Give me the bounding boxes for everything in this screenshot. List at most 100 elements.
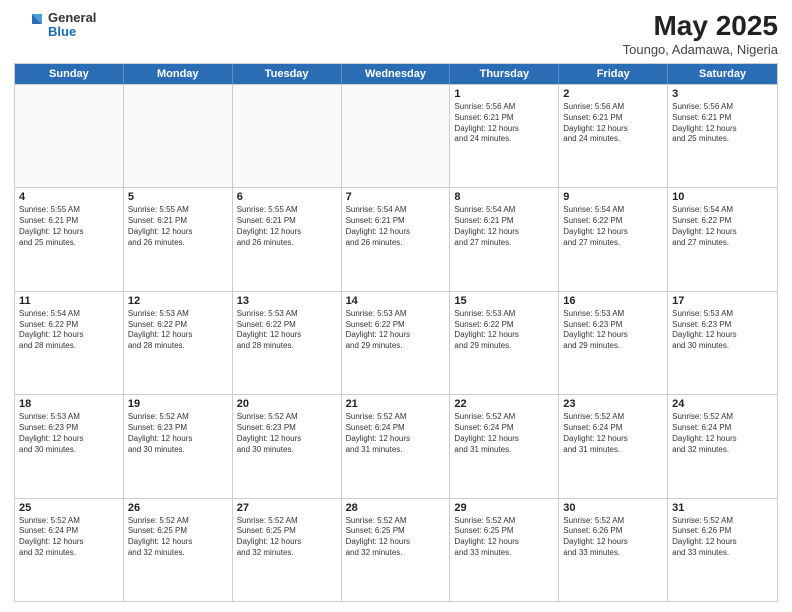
day-cell-10: 10 Sunrise: 5:54 AM Sunset: 6:22 PM Dayli… <box>668 188 777 290</box>
day-number: 19 <box>128 398 228 410</box>
empty-cell-0-3 <box>342 85 451 187</box>
day-number: 29 <box>454 502 554 514</box>
empty-cell-0-2 <box>233 85 342 187</box>
day-number: 15 <box>454 295 554 307</box>
day-cell-31: 31 Sunrise: 5:52 AM Sunset: 6:26 PM Dayli… <box>668 499 777 601</box>
day-info: Sunrise: 5:53 AM Sunset: 6:23 PM Dayligh… <box>563 309 663 352</box>
day-info: Sunrise: 5:56 AM Sunset: 6:21 PM Dayligh… <box>454 102 554 145</box>
day-info: Sunrise: 5:52 AM Sunset: 6:24 PM Dayligh… <box>454 412 554 455</box>
day-cell-25: 25 Sunrise: 5:52 AM Sunset: 6:24 PM Dayli… <box>15 499 124 601</box>
day-number: 28 <box>346 502 446 514</box>
title-block: May 2025 Toungo, Adamawa, Nigeria <box>623 10 778 57</box>
day-cell-22: 22 Sunrise: 5:52 AM Sunset: 6:24 PM Dayli… <box>450 395 559 497</box>
day-number: 6 <box>237 191 337 203</box>
day-number: 13 <box>237 295 337 307</box>
day-info: Sunrise: 5:54 AM Sunset: 6:21 PM Dayligh… <box>346 205 446 248</box>
day-info: Sunrise: 5:53 AM Sunset: 6:22 PM Dayligh… <box>128 309 228 352</box>
header: General Blue May 2025 Toungo, Adamawa, N… <box>14 10 778 57</box>
day-cell-4: 4 Sunrise: 5:55 AM Sunset: 6:21 PM Daylig… <box>15 188 124 290</box>
day-number: 12 <box>128 295 228 307</box>
day-cell-6: 6Sunrise: 5:55 AM Sunset: 6:21 PM Daylig… <box>233 188 342 290</box>
day-info: Sunrise: 5:55 AM Sunset: 6:21 PM Dayligh… <box>128 205 228 248</box>
logo: General Blue <box>14 10 96 40</box>
day-number: 1 <box>454 88 554 100</box>
day-info: Sunrise: 5:52 AM Sunset: 6:24 PM Dayligh… <box>672 412 773 455</box>
calendar-row-0: 1 Sunrise: 5:56 AM Sunset: 6:21 PM Daylig… <box>15 84 777 187</box>
day-info: Sunrise: 5:52 AM Sunset: 6:24 PM Dayligh… <box>346 412 446 455</box>
day-number: 16 <box>563 295 663 307</box>
day-number: 4 <box>19 191 119 203</box>
weekday-header-sunday: Sunday <box>15 64 124 84</box>
day-info: Sunrise: 5:53 AM Sunset: 6:23 PM Dayligh… <box>19 412 119 455</box>
day-cell-2: 2 Sunrise: 5:56 AM Sunset: 6:21 PM Daylig… <box>559 85 668 187</box>
weekday-header-thursday: Thursday <box>450 64 559 84</box>
day-number: 7 <box>346 191 446 203</box>
day-info: Sunrise: 5:55 AM Sunset: 6:21 PM Dayligh… <box>19 205 119 248</box>
day-info: Sunrise: 5:54 AM Sunset: 6:22 PM Dayligh… <box>672 205 773 248</box>
day-info: Sunrise: 5:52 AM Sunset: 6:26 PM Dayligh… <box>672 516 773 559</box>
weekday-header-tuesday: Tuesday <box>233 64 342 84</box>
day-cell-16: 16 Sunrise: 5:53 AM Sunset: 6:23 PM Dayli… <box>559 292 668 394</box>
day-cell-24: 24 Sunrise: 5:52 AM Sunset: 6:24 PM Dayli… <box>668 395 777 497</box>
page: General Blue May 2025 Toungo, Adamawa, N… <box>0 0 792 612</box>
day-cell-12: 12 Sunrise: 5:53 AM Sunset: 6:22 PM Dayli… <box>124 292 233 394</box>
day-info: Sunrise: 5:56 AM Sunset: 6:21 PM Dayligh… <box>563 102 663 145</box>
weekday-header-wednesday: Wednesday <box>342 64 451 84</box>
day-info: Sunrise: 5:52 AM Sunset: 6:24 PM Dayligh… <box>19 516 119 559</box>
day-number: 20 <box>237 398 337 410</box>
day-info: Sunrise: 5:54 AM Sunset: 6:21 PM Dayligh… <box>454 205 554 248</box>
calendar: SundayMondayTuesdayWednesdayThursdayFrid… <box>14 63 778 602</box>
day-cell-19: 19 Sunrise: 5:52 AM Sunset: 6:23 PM Dayli… <box>124 395 233 497</box>
day-number: 24 <box>672 398 773 410</box>
logo-general: General <box>48 11 96 25</box>
day-cell-14: 14 Sunrise: 5:53 AM Sunset: 6:22 PM Dayli… <box>342 292 451 394</box>
day-cell-28: 28 Sunrise: 5:52 AM Sunset: 6:25 PM Dayli… <box>342 499 451 601</box>
calendar-row-1: 4 Sunrise: 5:55 AM Sunset: 6:21 PM Daylig… <box>15 187 777 290</box>
day-number: 10 <box>672 191 773 203</box>
day-cell-11: 11Sunrise: 5:54 AM Sunset: 6:22 PM Dayli… <box>15 292 124 394</box>
day-number: 31 <box>672 502 773 514</box>
day-info: Sunrise: 5:52 AM Sunset: 6:25 PM Dayligh… <box>237 516 337 559</box>
day-cell-13: 13 Sunrise: 5:53 AM Sunset: 6:22 PM Dayli… <box>233 292 342 394</box>
day-info: Sunrise: 5:53 AM Sunset: 6:22 PM Dayligh… <box>454 309 554 352</box>
day-cell-3: 3Sunrise: 5:56 AM Sunset: 6:21 PM Daylig… <box>668 85 777 187</box>
logo-text: General Blue <box>48 11 96 40</box>
day-info: Sunrise: 5:52 AM Sunset: 6:23 PM Dayligh… <box>237 412 337 455</box>
day-cell-17: 17 Sunrise: 5:53 AM Sunset: 6:23 PM Dayli… <box>668 292 777 394</box>
day-number: 8 <box>454 191 554 203</box>
day-number: 25 <box>19 502 119 514</box>
day-info: Sunrise: 5:52 AM Sunset: 6:23 PM Dayligh… <box>128 412 228 455</box>
day-number: 14 <box>346 295 446 307</box>
day-info: Sunrise: 5:52 AM Sunset: 6:25 PM Dayligh… <box>346 516 446 559</box>
month-year: May 2025 <box>623 10 778 42</box>
day-number: 30 <box>563 502 663 514</box>
day-cell-1: 1 Sunrise: 5:56 AM Sunset: 6:21 PM Daylig… <box>450 85 559 187</box>
day-cell-26: 26Sunrise: 5:52 AM Sunset: 6:25 PM Dayli… <box>124 499 233 601</box>
day-number: 2 <box>563 88 663 100</box>
day-number: 23 <box>563 398 663 410</box>
day-info: Sunrise: 5:56 AM Sunset: 6:21 PM Dayligh… <box>672 102 773 145</box>
day-cell-5: 5Sunrise: 5:55 AM Sunset: 6:21 PM Daylig… <box>124 188 233 290</box>
day-cell-27: 27Sunrise: 5:52 AM Sunset: 6:25 PM Dayli… <box>233 499 342 601</box>
empty-cell-0-1 <box>124 85 233 187</box>
day-info: Sunrise: 5:53 AM Sunset: 6:23 PM Dayligh… <box>672 309 773 352</box>
day-number: 17 <box>672 295 773 307</box>
day-number: 22 <box>454 398 554 410</box>
day-info: Sunrise: 5:53 AM Sunset: 6:22 PM Dayligh… <box>237 309 337 352</box>
day-cell-8: 8 Sunrise: 5:54 AM Sunset: 6:21 PM Daylig… <box>450 188 559 290</box>
day-cell-18: 18Sunrise: 5:53 AM Sunset: 6:23 PM Dayli… <box>15 395 124 497</box>
logo-icon <box>14 10 44 40</box>
day-cell-29: 29 Sunrise: 5:52 AM Sunset: 6:25 PM Dayli… <box>450 499 559 601</box>
weekday-header-friday: Friday <box>559 64 668 84</box>
calendar-body: 1 Sunrise: 5:56 AM Sunset: 6:21 PM Daylig… <box>15 84 777 601</box>
logo-blue: Blue <box>48 25 96 39</box>
day-info: Sunrise: 5:52 AM Sunset: 6:25 PM Dayligh… <box>454 516 554 559</box>
weekday-header-monday: Monday <box>124 64 233 84</box>
day-cell-7: 7 Sunrise: 5:54 AM Sunset: 6:21 PM Daylig… <box>342 188 451 290</box>
day-info: Sunrise: 5:52 AM Sunset: 6:26 PM Dayligh… <box>563 516 663 559</box>
day-info: Sunrise: 5:53 AM Sunset: 6:22 PM Dayligh… <box>346 309 446 352</box>
calendar-header: SundayMondayTuesdayWednesdayThursdayFrid… <box>15 64 777 84</box>
day-info: Sunrise: 5:52 AM Sunset: 6:24 PM Dayligh… <box>563 412 663 455</box>
day-cell-20: 20 Sunrise: 5:52 AM Sunset: 6:23 PM Dayli… <box>233 395 342 497</box>
day-cell-9: 9Sunrise: 5:54 AM Sunset: 6:22 PM Daylig… <box>559 188 668 290</box>
